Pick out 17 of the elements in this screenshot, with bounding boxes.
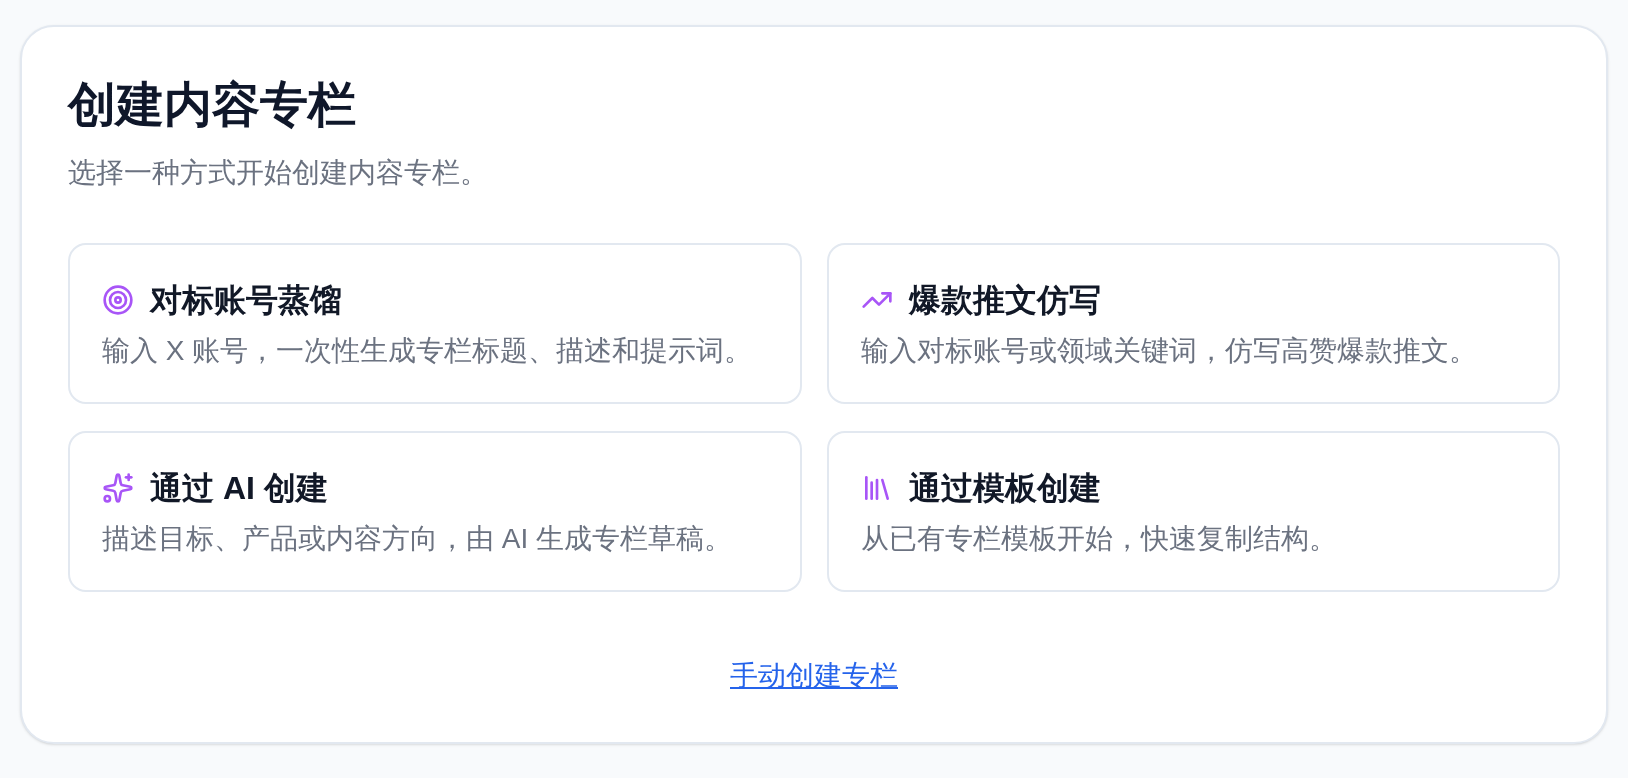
option-title: 对标账号蒸馏 xyxy=(150,281,342,320)
manual-create-link[interactable]: 手动创建专栏 xyxy=(730,656,898,696)
page-subtitle: 选择一种方式开始创建内容专栏。 xyxy=(68,156,489,190)
option-description: 描述目标、产品或内容方向，由 AI 生成专栏草稿。 xyxy=(102,522,733,556)
option-card[interactable]: 通过 AI 创建 描述目标、产品或内容方向，由 AI 生成专栏草稿。 xyxy=(68,431,802,592)
option-card[interactable]: 爆款推文仿写 输入对标账号或领域关键词，仿写高赞爆款推文。 xyxy=(826,243,1560,404)
option-title: 通过 AI 创建 xyxy=(150,469,328,508)
page-title: 创建内容专栏 xyxy=(68,77,357,133)
option-title: 爆款推文仿写 xyxy=(908,281,1101,320)
option-card[interactable]: 通过模板创建 从已有专栏模板开始，快速复制结构。 xyxy=(826,431,1560,592)
option-description: 从已有专栏模板开始，快速复制结构。 xyxy=(860,522,1338,556)
sparkles-icon xyxy=(102,472,134,504)
option-card[interactable]: 对标账号蒸馏 输入 X 账号，一次性生成专栏标题、描述和提示词。 xyxy=(68,243,802,404)
option-description: 输入对标账号或领域关键词，仿写高赞爆款推文。 xyxy=(860,334,1478,368)
option-title: 通过模板创建 xyxy=(908,469,1101,508)
target-icon xyxy=(102,284,134,316)
option-description: 输入 X 账号，一次性生成专栏标题、描述和提示词。 xyxy=(102,334,754,368)
